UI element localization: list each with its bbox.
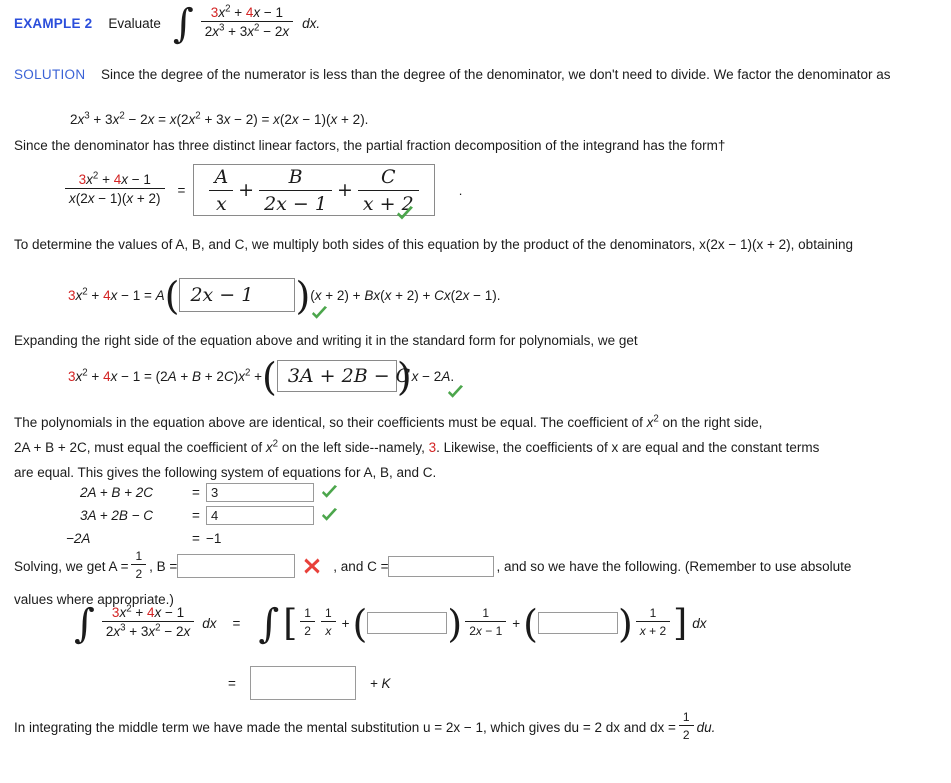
b-value-input[interactable] xyxy=(177,554,296,578)
solution-text-1: Since the degree of the numerator is les… xyxy=(100,67,891,82)
system-row-2-correct-checkmark-icon xyxy=(320,507,340,525)
footnote-line: In integrating the middle term we have m… xyxy=(14,710,939,742)
system-row-1-correct-checkmark-icon xyxy=(320,484,340,502)
final-equals: = xyxy=(232,615,241,631)
solution-paragraph-2: Since the denominator has three distinct… xyxy=(0,133,951,158)
multiply-paragraph: To determine the values of A, B, and C, … xyxy=(0,232,951,257)
identical-line-2: 2A + B + 2C, must equal the coefficient … xyxy=(14,438,820,455)
c-value-input[interactable] xyxy=(388,555,495,577)
expanding-answer-box[interactable]: 3A + 2B − C xyxy=(276,360,410,392)
decomposition-correct-checkmark-icon xyxy=(395,205,415,223)
exercise-page: EXAMPLE 2 Evaluate ∫ 3x2 + 4x − 1 2x3 + … xyxy=(0,0,951,783)
multiply-text: To determine the values of A, B, and C, … xyxy=(14,237,853,252)
example-integrand: 3x2 + 4x − 1 2x3 + 3x2 − 2x xyxy=(200,4,294,39)
one-over-x-plus-2-fraction: 1 x + 2 xyxy=(635,606,671,638)
system-row-3-equals: = xyxy=(192,531,200,546)
solving-mid: , B = xyxy=(149,558,178,574)
solving-prefix: Solving, we get A = xyxy=(14,558,129,574)
expanding-rhs: x − 2A. xyxy=(411,368,455,384)
final-plus-2: + xyxy=(512,615,521,631)
one-over-2x-minus-1-fraction: 1 2x − 1 xyxy=(465,606,507,638)
system-row-3: −2A = −1 xyxy=(66,527,340,550)
expanding-answer-text: 3A + 2B − C xyxy=(287,365,411,387)
multiply-lhs: 3x2 + 4x − 1 = A xyxy=(68,286,165,303)
footnote-text-a: In integrating the middle term we have m… xyxy=(14,719,676,735)
system-row-1: 2A + B + 2C = xyxy=(80,481,340,504)
system-row-1-equals: = xyxy=(192,485,200,500)
multiply-correct-checkmark-icon xyxy=(310,305,330,323)
expanding-equation: 3x2 + 4x − 1 = (2A + B + 2C)x2 + ( 3A + … xyxy=(68,355,455,399)
final-blank-1-input[interactable] xyxy=(367,612,448,634)
example-dx: dx. xyxy=(302,15,321,31)
identical-text-2a: 2A + B + 2C, must equal the coefficient … xyxy=(14,440,266,455)
system-row-3-value: −1 xyxy=(206,531,222,546)
solving-suffix: , and so we have the following. (Remembe… xyxy=(496,558,852,574)
final-answer-equals: = xyxy=(228,675,236,691)
solving-line: Solving, we get A = 1 2 , B = , and C = … xyxy=(14,549,939,612)
final-rhs-dx: dx xyxy=(692,615,707,631)
identical-x-2: x xyxy=(265,440,273,455)
multiply-rhs: (x + 2) + Bx(x + 2) + Cx(2x − 1). xyxy=(310,287,501,303)
one-half-fraction: 1 2 xyxy=(300,606,315,638)
final-integral-equation: ∫ 3x2 + 4x − 1 2x3 + 3x2 − 2x dx = ∫ [ 1… xyxy=(74,601,707,647)
system-row-3-lhs: −2A xyxy=(66,531,91,546)
identical-line-1: The polynomials in the equation above ar… xyxy=(14,413,763,430)
identical-paragraph: The polynomials in the equation above ar… xyxy=(14,410,939,485)
one-over-x-fraction: 1 x xyxy=(320,606,336,638)
multiply-answer-text: 2x − 1 xyxy=(190,284,254,306)
final-answer-input[interactable] xyxy=(249,666,356,700)
evaluate-word: Evaluate xyxy=(108,15,161,31)
final-answer-plus-k: + K xyxy=(369,675,391,691)
solution-label: SOLUTION xyxy=(14,67,86,82)
identical-text-1c: on the right side, xyxy=(658,415,763,430)
decomposition-lhs: 3x2 + 4x − 1 x(2x − 1)(x + 2) xyxy=(65,171,165,206)
footnote-half-fraction: 1 2 xyxy=(678,710,694,742)
integral-sign-lhs-icon: ∫ xyxy=(74,601,95,647)
example-header-line: EXAMPLE 2 Evaluate ∫ 3x2 + 4x − 1 2x3 + … xyxy=(0,1,334,47)
system-of-equations: 2A + B + 2C = 3A + 2B − C = −2A = −1 xyxy=(66,481,340,550)
a-value-fraction: 1 2 xyxy=(131,549,147,581)
plus-sign-1: + xyxy=(238,179,255,201)
term-b-over-2x-1: B 2x − 1 xyxy=(259,166,332,215)
final-lhs-dx: dx xyxy=(202,615,217,631)
identical-text-1a: The polynomials in the equation above ar… xyxy=(14,415,647,430)
expanding-lhs: 3x2 + 4x − 1 = (2A + B + 2C)x2 + xyxy=(68,367,262,384)
expanding-correct-checkmark-icon xyxy=(446,384,466,402)
system-row-1-input[interactable] xyxy=(206,483,314,502)
final-plus-1: + xyxy=(341,615,350,631)
b-value-incorrect-cross-icon xyxy=(303,557,321,575)
footnote-text-b: du. xyxy=(696,719,716,735)
solution-paragraph-1: SOLUTION Since the degree of the numerat… xyxy=(0,62,948,87)
identical-text-2d: . Likewise, the coefficients of x are eq… xyxy=(436,440,820,455)
system-row-2: 3A + 2B − C = xyxy=(80,504,340,527)
term-a-over-x: A x xyxy=(209,166,234,215)
example-label: EXAMPLE 2 xyxy=(14,15,93,31)
dagger-marker: † xyxy=(717,138,726,153)
system-row-2-lhs: 3A + 2B − C xyxy=(80,508,154,523)
multiply-equation: 3x2 + 4x − 1 = A ( 2x − 1 ) (x + 2) + Bx… xyxy=(68,274,501,318)
solving-between: , and C = xyxy=(333,558,389,574)
final-answer-line: = + K xyxy=(228,666,391,700)
plus-sign-2: + xyxy=(337,179,353,201)
final-lhs-integrand: 3x2 + 4x − 1 2x3 + 3x2 − 2x xyxy=(101,604,195,639)
final-blank-2-input[interactable] xyxy=(537,612,618,634)
expanding-text: Expanding the right side of the equation… xyxy=(14,333,638,348)
system-row-1-lhs: 2A + B + 2C xyxy=(80,485,154,500)
identical-text-2c: on the left side--namely, xyxy=(278,440,429,455)
decomposition-equals: = xyxy=(177,182,186,198)
system-row-2-equals: = xyxy=(192,508,200,523)
form-text: Since the denominator has three distinct… xyxy=(14,138,718,153)
expanding-paragraph: Expanding the right side of the equation… xyxy=(0,328,951,353)
decomposition-period: . xyxy=(458,182,463,198)
integral-sign-icon: ∫ xyxy=(172,1,194,47)
integral-sign-rhs-icon: ∫ xyxy=(258,601,280,647)
factoring-line: 2x3 + 3x2 − 2x = x(2x2 + 3x − 2) = x(2x … xyxy=(70,110,369,127)
multiply-answer-box[interactable]: 2x − 1 xyxy=(179,278,296,312)
system-row-2-input[interactable] xyxy=(206,506,314,525)
